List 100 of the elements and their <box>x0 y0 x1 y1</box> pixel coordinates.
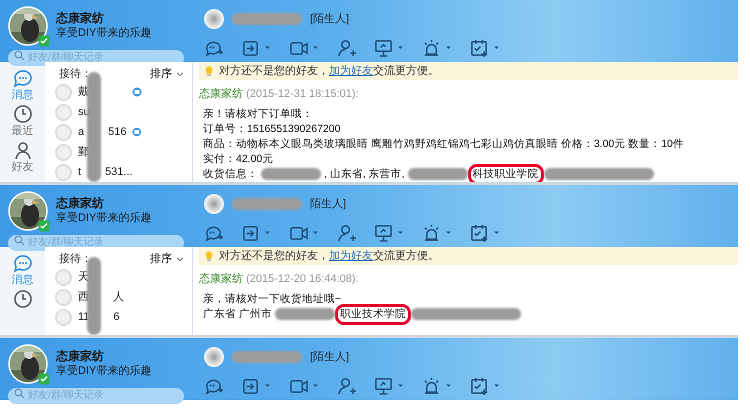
notice-text: 对方还不是您的好友，加为好友交流更方便。 <box>219 248 439 264</box>
search-icon <box>14 235 25 246</box>
profile-motto: 享受DIY带来的乐趣 <box>56 26 152 41</box>
caret-icon[interactable] <box>264 229 271 236</box>
caret-icon[interactable] <box>264 382 271 389</box>
contact-name[interactable]: 戴 <box>78 84 89 100</box>
chevron-icon <box>176 70 184 78</box>
screen-share-icon[interactable] <box>374 376 393 395</box>
calendar-add-icon[interactable] <box>470 376 489 395</box>
caret-icon[interactable] <box>445 44 452 51</box>
message-text: 亲，请核对一下收货地址哦~ <box>203 292 342 306</box>
contact-name[interactable]: 人 <box>113 288 124 306</box>
alarm-icon[interactable] <box>422 38 441 57</box>
alarm-icon[interactable] <box>422 376 441 395</box>
contact-name[interactable]: a <box>78 124 84 140</box>
contact-name[interactable]: 西 <box>78 288 89 306</box>
profile-motto: 享受DIY带来的乐趣 <box>56 364 152 379</box>
message-text: , 山东省, 东营市, <box>324 166 405 182</box>
sort-button[interactable]: 排序 <box>150 251 184 267</box>
profile-name: 态康家纺 <box>56 10 105 26</box>
profile-name: 态康家纺 <box>56 195 105 211</box>
add-friend-link[interactable]: 加为好友 <box>329 250 373 262</box>
chevron-icon <box>176 255 184 263</box>
contact-avatar <box>55 144 72 160</box>
clock-icon <box>12 104 32 124</box>
message-text: 订单号：1516551390267200 <box>203 122 340 136</box>
calendar-add-icon[interactable] <box>470 38 489 57</box>
contact-name[interactable]: 531... <box>105 164 133 180</box>
list-label: 接待： <box>59 252 92 267</box>
contact-name[interactable]: 6 <box>113 308 120 326</box>
chat-icon <box>12 253 32 273</box>
message-time: (2015-12-20 16:44:08): <box>246 273 359 285</box>
calendar-add-icon[interactable] <box>470 223 489 242</box>
add-contact-icon[interactable] <box>337 376 356 395</box>
contact-name[interactable]: 516 <box>108 124 126 140</box>
person-icon <box>12 140 32 160</box>
contact-name[interactable]: su <box>78 104 90 120</box>
message-text: 亲！请核对下订单哦： <box>203 106 313 122</box>
caret-icon[interactable] <box>493 229 500 236</box>
contact-name[interactable]: t <box>78 164 82 180</box>
contact-avatar <box>55 268 72 286</box>
redaction-blur <box>274 308 335 320</box>
caret-icon[interactable] <box>312 382 319 389</box>
contact-tag: [陌生人] <box>310 10 350 28</box>
screen-share-icon[interactable] <box>374 223 393 242</box>
contact-avatar <box>55 104 72 120</box>
profile-name: 态康家纺 <box>56 348 105 364</box>
caret-icon[interactable] <box>493 382 500 389</box>
caret-icon[interactable] <box>312 44 319 51</box>
caret-icon[interactable] <box>445 382 452 389</box>
message-text: 科技职业学院 <box>470 166 541 182</box>
caret-icon[interactable] <box>397 382 404 389</box>
caret-icon[interactable] <box>264 44 271 51</box>
contact-name[interactable]: 天 <box>78 268 89 286</box>
lightbulb-icon <box>203 249 215 263</box>
message-text: 商品：动物标本义眼鸟类玻璃眼睛 鹰雕竹鸡野鸡红锦鸡七彩山鸡仿真眼睛 价格：3.00元 数量：10件 <box>203 136 684 152</box>
redaction-blur <box>261 168 321 180</box>
message-text: 职业技术学院 <box>338 306 408 322</box>
message-text: 实付：42.00元 <box>203 152 274 166</box>
contact-name[interactable]: 11 <box>78 308 90 326</box>
contact-avatar <box>55 164 72 180</box>
message-time: (2015-12-31 18:15:01): <box>246 88 359 100</box>
chat-icon <box>12 68 32 88</box>
message-text: 广东省 广州市 <box>203 306 272 322</box>
search-icon <box>14 388 25 399</box>
nav-tab[interactable] <box>12 289 32 309</box>
sort-button[interactable]: 排序 <box>150 66 184 82</box>
send-file-icon[interactable] <box>241 376 260 395</box>
redaction-blur <box>408 168 468 180</box>
screen-share-icon[interactable] <box>374 38 393 57</box>
contact-avatar <box>204 347 224 367</box>
caret-icon[interactable] <box>397 44 404 51</box>
send-file-icon[interactable] <box>241 223 260 242</box>
caret-icon[interactable] <box>493 44 500 51</box>
contact-avatar <box>55 308 72 326</box>
sender-name: 态康家纺 <box>199 88 243 100</box>
send-file-icon[interactable] <box>241 38 260 57</box>
contact-avatar <box>55 124 72 140</box>
caret-icon[interactable] <box>397 229 404 236</box>
message-text: 收货信息： <box>203 166 258 182</box>
add-friend-link[interactable]: 加为好友 <box>329 64 373 77</box>
notice-text: 对方还不是您的好友，加为好友交流更方便。 <box>219 64 439 79</box>
lightbulb-icon <box>203 64 215 78</box>
add-contact-icon[interactable] <box>337 223 356 242</box>
nav-tab[interactable]: 最近 <box>12 104 34 138</box>
caret-icon[interactable] <box>445 229 452 236</box>
contact-avatar <box>204 194 224 214</box>
alarm-icon[interactable] <box>422 223 441 242</box>
nav-tab[interactable]: 好友 <box>12 140 34 174</box>
list-label: 接待： <box>59 66 92 82</box>
contact-name[interactable]: 鄞 <box>78 144 89 160</box>
search-icon <box>14 50 25 61</box>
add-contact-icon[interactable] <box>337 38 356 57</box>
contact-tag: [陌生人] <box>310 348 350 366</box>
contact-tag: 陌生人] <box>310 196 346 212</box>
caret-icon[interactable] <box>312 229 319 236</box>
clock-icon <box>12 289 32 309</box>
contact-avatar <box>204 9 224 29</box>
sender-name: 态康家纺 <box>199 273 243 285</box>
contact-avatar <box>55 288 72 306</box>
